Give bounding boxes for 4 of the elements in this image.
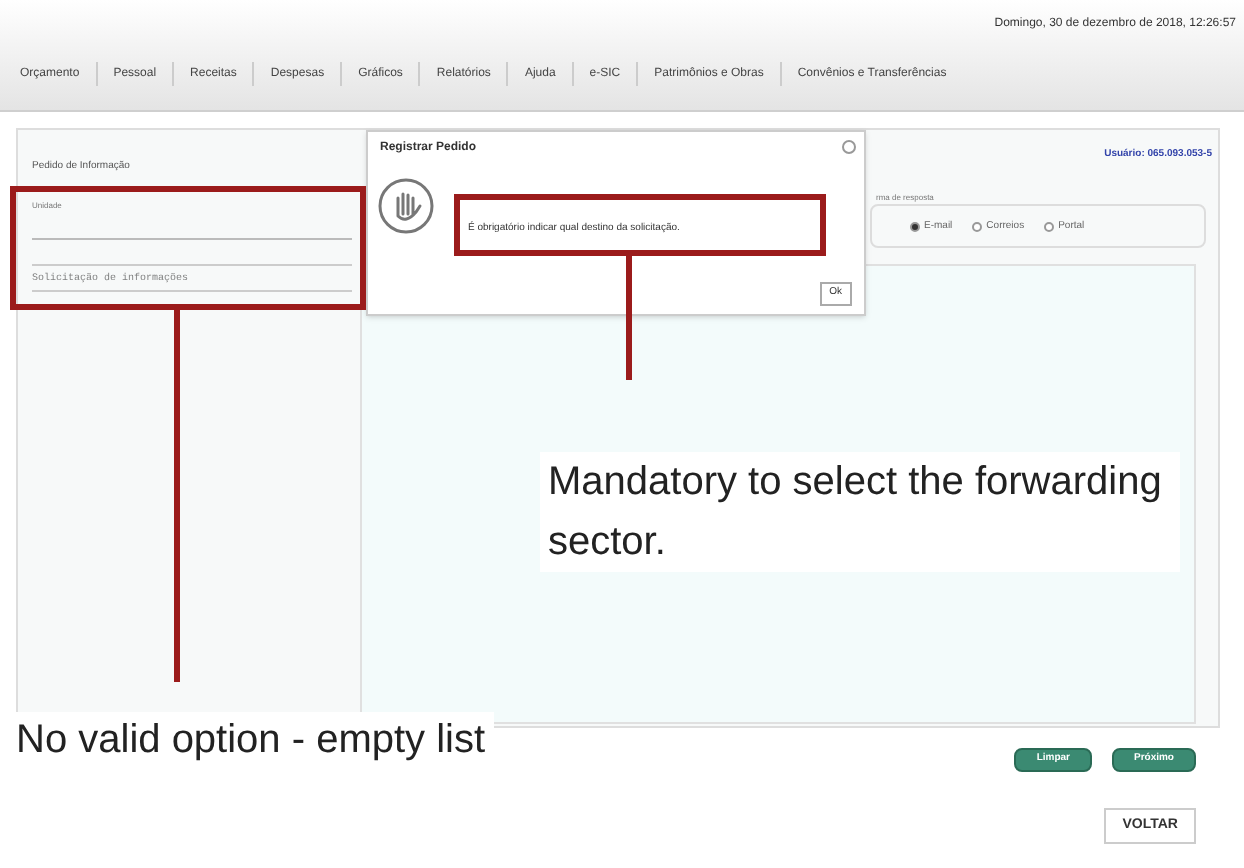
annotation-text: Mandatory to select the forwarding sector. [540,452,1180,572]
leader-line [626,256,632,380]
close-icon[interactable] [842,140,856,154]
hand-icon [376,176,436,236]
